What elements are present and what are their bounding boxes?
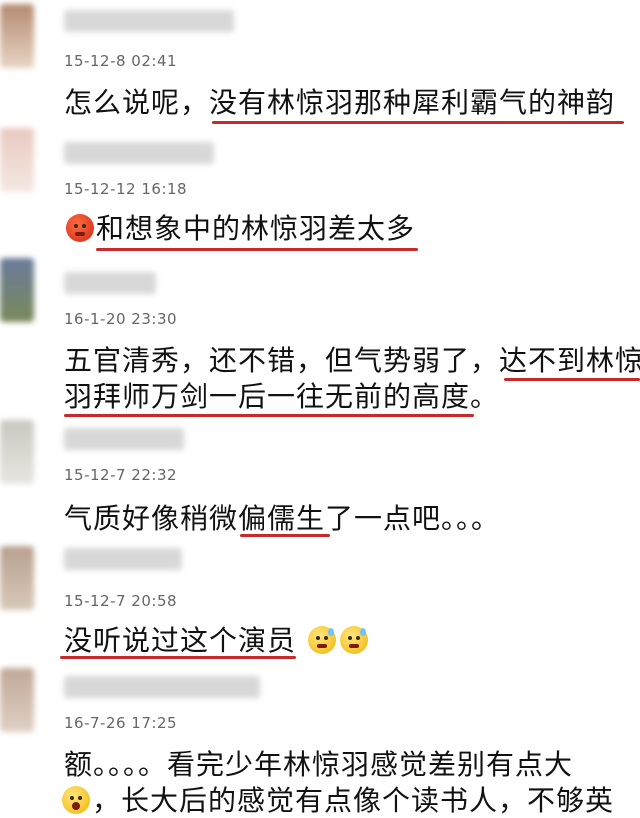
comment-text: 五官清秀，还不错，但气势弱了，达不到林惊 bbox=[64, 344, 640, 377]
username-blurred[interactable] bbox=[64, 676, 260, 698]
comment-text: 气质好像稍微偏儒生了一点吧。。。 bbox=[64, 502, 501, 535]
angry-face-icon bbox=[66, 214, 94, 242]
username-blurred[interactable] bbox=[64, 428, 184, 450]
username-blurred[interactable] bbox=[64, 10, 234, 32]
underline-mark bbox=[504, 378, 640, 381]
comment-text-row: ，长大后的感觉有点像个读书人，不够英 bbox=[60, 784, 614, 818]
avatar[interactable] bbox=[0, 546, 34, 610]
underline-mark bbox=[96, 248, 418, 251]
comment-text: 和想象中的林惊羽差太多 bbox=[96, 212, 416, 245]
avatar[interactable] bbox=[0, 668, 34, 732]
underline-mark bbox=[240, 534, 330, 537]
username-blurred[interactable] bbox=[64, 272, 156, 294]
comment-text-row: 和想象中的林惊羽差太多 bbox=[64, 212, 415, 246]
comment-timestamp: 15-12-12 16:18 bbox=[64, 180, 188, 198]
comment-timestamp: 16-7-26 17:25 bbox=[64, 714, 178, 732]
sweat-smile-icon bbox=[339, 626, 368, 654]
shocked-face-icon bbox=[62, 786, 90, 814]
comment-text: 额。。。。看完少年林惊羽感觉差别有点大 bbox=[64, 748, 574, 781]
avatar[interactable] bbox=[0, 420, 34, 484]
comment-timestamp: 16-1-20 23:30 bbox=[64, 310, 178, 328]
username-blurred[interactable] bbox=[64, 548, 182, 570]
comment-text: 羽拜师万剑一后一往无前的高度。 bbox=[64, 380, 500, 413]
sweat-smile-icon bbox=[307, 626, 336, 654]
avatar[interactable] bbox=[0, 258, 34, 322]
comment-text: 没听说过这个演员 bbox=[64, 624, 297, 657]
comment-timestamp: 15-12-7 20:58 bbox=[64, 592, 178, 610]
comment-timestamp: 15-12-8 02:41 bbox=[64, 52, 178, 70]
comment-text: 怎么说呢，没有林惊羽那种犀利霸气的神韵 bbox=[64, 86, 616, 119]
comment-text: ，长大后的感觉有点像个读书人，不够英 bbox=[92, 784, 615, 817]
underline-mark bbox=[64, 414, 474, 417]
avatar[interactable] bbox=[0, 4, 34, 68]
underline-mark bbox=[212, 121, 624, 124]
username-blurred[interactable] bbox=[64, 142, 214, 164]
avatar[interactable] bbox=[0, 128, 34, 192]
comment-text-row: 没听说过这个演员 bbox=[64, 624, 370, 658]
comment-timestamp: 15-12-7 22:32 bbox=[64, 466, 178, 484]
underline-mark bbox=[60, 656, 296, 659]
